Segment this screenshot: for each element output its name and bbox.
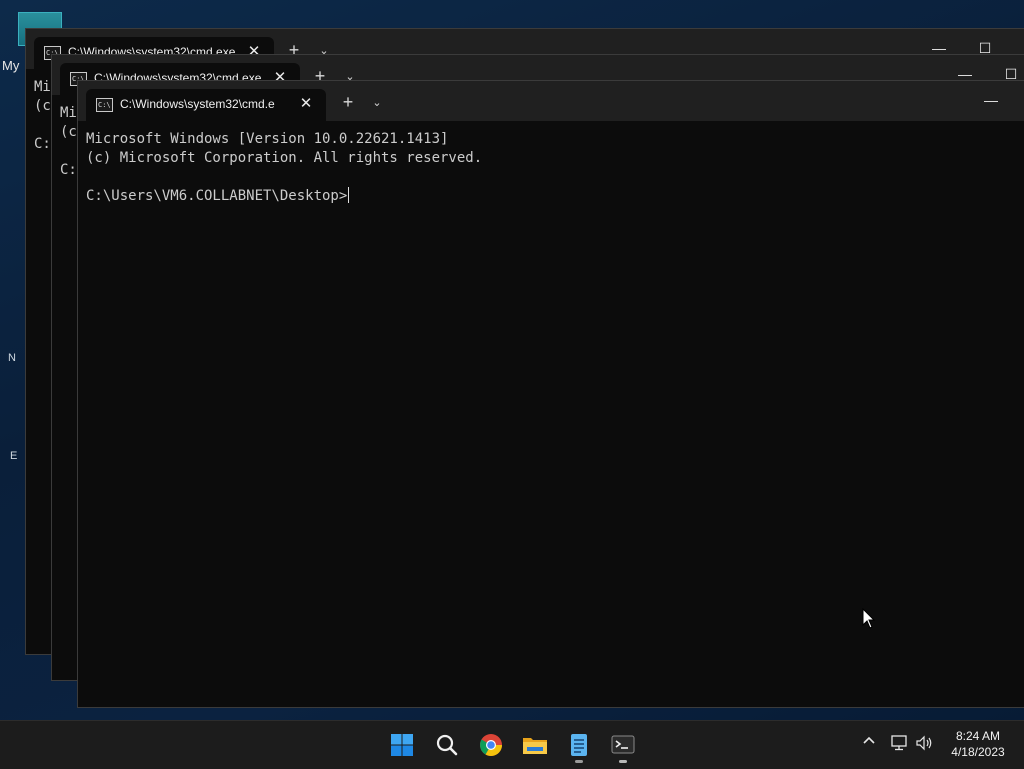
clock[interactable]: 8:24 AM 4/18/2023	[940, 728, 1016, 760]
speaker-icon	[916, 735, 932, 751]
clock-time: 8:24 AM	[955, 729, 1001, 743]
show-hidden-icons-button[interactable]	[862, 733, 876, 751]
chevron-up-icon	[863, 736, 875, 744]
tab-cmd[interactable]: C:\ C:\Windows\system32\cmd.e ✕	[86, 89, 326, 121]
desktop-edge-letter: N	[8, 352, 16, 364]
close-icon[interactable]: ✕	[296, 94, 316, 114]
start-button[interactable]	[384, 727, 420, 763]
console-output[interactable]: Microsoft Windows [Version 10.0.22621.14…	[86, 130, 1024, 707]
chevron-down-icon[interactable]: ⌄	[369, 93, 385, 113]
taskbar: 8:24 AM 4/18/2023	[0, 720, 1024, 769]
console-prompt-line[interactable]: C:\Users\VM6.COLLABNET\Desktop>	[86, 187, 1024, 206]
desktop-edge-letter: E	[10, 450, 18, 462]
mouse-pointer-icon	[862, 608, 876, 629]
start-icon	[391, 734, 413, 756]
search-icon	[436, 734, 458, 756]
file-explorer-icon	[523, 738, 547, 754]
clock-date: 4/18/2023	[951, 745, 1005, 759]
network-button[interactable]	[891, 735, 909, 755]
terminal-icon	[611, 735, 635, 754]
volume-button[interactable]	[916, 735, 934, 755]
running-indicator	[619, 760, 627, 763]
tab-title: C:\Windows\system32\cmd.e	[120, 97, 275, 111]
console-line: (c) Microsoft Corporation. All rights re…	[86, 150, 483, 166]
text-cursor	[348, 187, 350, 203]
chrome-button[interactable]	[473, 727, 509, 763]
console-prompt: C:\Users\VM6.COLLABNET\Desktop>	[86, 188, 348, 204]
cmd-icon: C:\	[96, 98, 113, 112]
search-button[interactable]	[429, 727, 465, 763]
new-tab-button[interactable]: +	[338, 93, 358, 113]
minimize-button[interactable]: —	[980, 89, 1002, 111]
file-explorer-button[interactable]	[517, 727, 553, 763]
cmd-window-active[interactable]: C:\ C:\Windows\system32\cmd.e ✕ + ⌄ — Mi…	[77, 80, 1024, 708]
console-line: Microsoft Windows [Version 10.0.22621.14…	[86, 131, 449, 147]
network-icon	[891, 735, 907, 751]
desktop-shortcut-label: My	[2, 58, 20, 73]
running-indicator	[575, 760, 583, 763]
notepad-icon	[571, 734, 587, 756]
chrome-icon	[480, 734, 502, 756]
notepad-button[interactable]	[561, 727, 597, 763]
title-bar[interactable]: C:\ C:\Windows\system32\cmd.e ✕ + ⌄ —	[78, 81, 1024, 121]
terminal-button[interactable]	[605, 727, 641, 763]
